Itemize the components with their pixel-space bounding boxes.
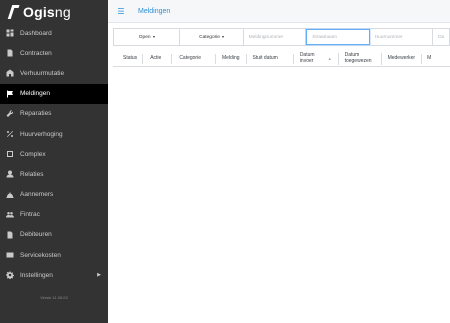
complex-icon <box>5 149 15 159</box>
sidebar-item-dashboard[interactable]: Dashboard <box>0 23 108 43</box>
sidebar: Ogisng Dashboard Contracten Verhuurmutatie… <box>0 0 108 323</box>
sidebar-item-instellingen[interactable]: Instellingen ▶ <box>0 265 108 285</box>
chevron-right-icon: ▶ <box>97 272 101 279</box>
wrench-icon <box>5 109 15 119</box>
column-medewerker[interactable]: Medewerker <box>382 53 423 64</box>
user-icon <box>5 169 15 179</box>
rent-number-input[interactable]: Huurnummer <box>370 29 434 45</box>
sidebar-item-complex[interactable]: Complex <box>0 144 108 164</box>
sidebar-item-contracten[interactable]: Contracten <box>0 43 108 63</box>
sidebar-item-label: Instellingen <box>20 271 53 279</box>
sidebar-item-verhuurmutatie[interactable]: Verhuurmutatie <box>0 63 108 83</box>
category-filter-dropdown[interactable]: Categorie <box>180 29 244 45</box>
sidebar-item-aannemers[interactable]: Aannemers <box>0 185 108 205</box>
page-title: Meldingen <box>138 7 171 15</box>
brand-name: Ogisng <box>23 3 71 20</box>
sidebar-item-label: Relaties <box>20 170 44 178</box>
document-icon <box>5 230 15 240</box>
sidebar-item-label: Contracten <box>20 49 52 57</box>
logo-icon <box>8 5 18 19</box>
column-m[interactable]: M <box>422 54 436 64</box>
dashboard-icon <box>5 28 15 38</box>
caret-down-icon <box>221 36 224 38</box>
sidebar-item-servicekosten[interactable]: Servicekosten <box>0 245 108 265</box>
sidebar-item-label: Complex <box>20 150 46 158</box>
sidebar-item-huurverhoging[interactable]: Huurverhoging <box>0 124 108 144</box>
top-bar: ☰ Meldingen <box>108 0 450 23</box>
filter-bar: Open Categorie Meldingnummer Straatnaam … <box>113 28 450 46</box>
caret-down-icon <box>152 36 155 38</box>
sidebar-item-debiteuren[interactable]: Debiteuren <box>0 225 108 245</box>
melding-number-input[interactable]: Meldingnummer <box>244 29 307 45</box>
sidebar-item-label: Servicekosten <box>20 251 61 259</box>
card-icon <box>5 250 15 260</box>
brand-logo[interactable]: Ogisng <box>0 0 108 23</box>
group-icon <box>5 210 15 220</box>
column-categorie[interactable]: Categorie <box>172 53 216 64</box>
table-header: Status Actie Categorie Melding Stuit dat… <box>113 51 450 67</box>
sidebar-item-relaties[interactable]: Relaties <box>0 164 108 184</box>
street-name-input[interactable]: Straatnaam <box>306 29 370 45</box>
date-filter-input[interactable]: Da <box>433 29 449 45</box>
sidebar-item-label: Debiteuren <box>20 231 52 239</box>
flag-icon <box>5 89 15 99</box>
sidebar-item-label: Huurverhoging <box>20 130 63 138</box>
percent-icon <box>5 129 15 139</box>
sidebar-item-label: Dashboard <box>20 29 52 37</box>
column-datum-invoer[interactable]: Datum invoer ▲ <box>294 52 339 65</box>
sidebar-item-meldingen[interactable]: Meldingen <box>0 83 108 104</box>
sidebar-item-reparaties[interactable]: Reparaties <box>0 104 108 124</box>
sidebar-item-fintrac[interactable]: Fintrac <box>0 205 108 225</box>
column-actie[interactable]: Actie <box>143 53 173 64</box>
column-status[interactable]: Status <box>113 53 144 64</box>
column-stuit-datum[interactable]: Stuit datum <box>247 53 294 64</box>
column-melding[interactable]: Melding <box>216 53 247 64</box>
building-icon <box>5 68 15 78</box>
column-datum-toegewezen[interactable]: Datum toegewezen <box>339 52 382 65</box>
menu-toggle-icon[interactable]: ☰ <box>114 7 128 16</box>
sidebar-item-label: Reparaties <box>20 110 52 118</box>
contractor-icon <box>5 190 15 200</box>
gear-icon <box>5 270 15 280</box>
sidebar-nav: Dashboard Contracten Verhuurmutatie Melding… <box>0 23 108 285</box>
sort-asc-icon: ▲ <box>327 56 332 61</box>
status-filter-dropdown[interactable]: Open <box>114 29 181 45</box>
sidebar-item-label: Fintrac <box>20 211 40 219</box>
sidebar-item-label: Meldingen <box>20 90 50 98</box>
contract-icon <box>5 48 15 58</box>
sidebar-item-label: Aannemers <box>20 191 54 199</box>
version-label: Versie 11.05.03 <box>40 295 68 301</box>
sidebar-item-label: Verhuurmutatie <box>20 69 65 77</box>
